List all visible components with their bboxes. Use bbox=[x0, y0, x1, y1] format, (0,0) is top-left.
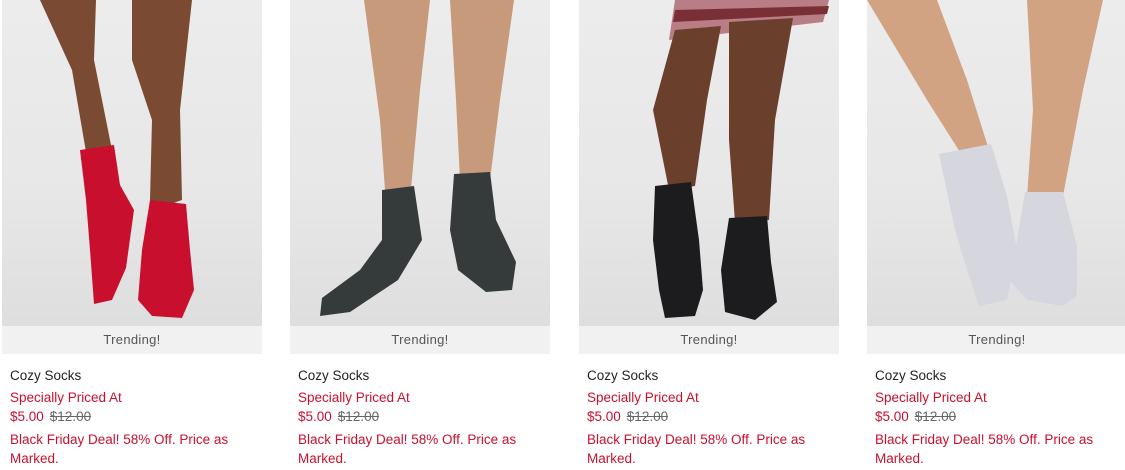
product-name[interactable]: Cozy Socks bbox=[298, 366, 548, 385]
price-row: $5.00 $12.00 bbox=[10, 407, 260, 426]
product-card[interactable]: Trending! Cozy Socks Specially Priced At… bbox=[2, 0, 262, 470]
product-image[interactable] bbox=[2, 0, 262, 326]
trending-badge: Trending! bbox=[867, 326, 1125, 354]
product-image[interactable] bbox=[867, 0, 1125, 326]
trending-badge: Trending! bbox=[290, 326, 550, 354]
product-grid: Trending! Cozy Socks Specially Priced At… bbox=[0, 0, 1125, 470]
price-row: $5.00 $12.00 bbox=[587, 407, 837, 426]
product-name[interactable]: Cozy Socks bbox=[875, 366, 1125, 385]
product-card[interactable]: Trending! Cozy Socks Specially Priced At… bbox=[290, 0, 550, 470]
sale-price: $5.00 bbox=[587, 409, 621, 424]
product-card[interactable]: Trending! Cozy Socks Specially Priced At… bbox=[579, 0, 839, 470]
original-price: $12.00 bbox=[914, 409, 957, 424]
price-row: $5.00 $12.00 bbox=[298, 407, 548, 426]
product-card[interactable]: Trending! Cozy Socks Specially Priced At… bbox=[867, 0, 1125, 470]
sale-price: $5.00 bbox=[10, 409, 44, 424]
original-price: $12.00 bbox=[626, 409, 669, 424]
product-name[interactable]: Cozy Socks bbox=[10, 366, 260, 385]
sale-price: $5.00 bbox=[298, 409, 332, 424]
promo-label: Specially Priced At bbox=[298, 390, 410, 405]
product-info: Cozy Socks Specially Priced At $5.00 $12.… bbox=[587, 366, 837, 468]
trending-badge: Trending! bbox=[2, 326, 262, 354]
promo-label: Specially Priced At bbox=[875, 390, 987, 405]
deal-text: Black Friday Deal! 58% Off. Price as Mar… bbox=[298, 432, 517, 466]
promo-label: Specially Priced At bbox=[587, 390, 699, 405]
product-name[interactable]: Cozy Socks bbox=[587, 366, 837, 385]
sale-price: $5.00 bbox=[875, 409, 909, 424]
trending-badge: Trending! bbox=[579, 326, 839, 354]
product-info: Cozy Socks Specially Priced At $5.00 $12.… bbox=[10, 366, 260, 468]
deal-text: Black Friday Deal! 58% Off. Price as Mar… bbox=[10, 432, 229, 466]
product-info: Cozy Socks Specially Priced At $5.00 $12.… bbox=[875, 366, 1125, 468]
deal-text: Black Friday Deal! 58% Off. Price as Mar… bbox=[587, 432, 806, 466]
deal-text: Black Friday Deal! 58% Off. Price as Mar… bbox=[875, 432, 1094, 466]
price-row: $5.00 $12.00 bbox=[875, 407, 1125, 426]
original-price: $12.00 bbox=[49, 409, 92, 424]
product-image[interactable] bbox=[579, 0, 839, 326]
product-image[interactable] bbox=[290, 0, 550, 326]
original-price: $12.00 bbox=[337, 409, 380, 424]
product-info: Cozy Socks Specially Priced At $5.00 $12.… bbox=[298, 366, 548, 468]
promo-label: Specially Priced At bbox=[10, 390, 122, 405]
